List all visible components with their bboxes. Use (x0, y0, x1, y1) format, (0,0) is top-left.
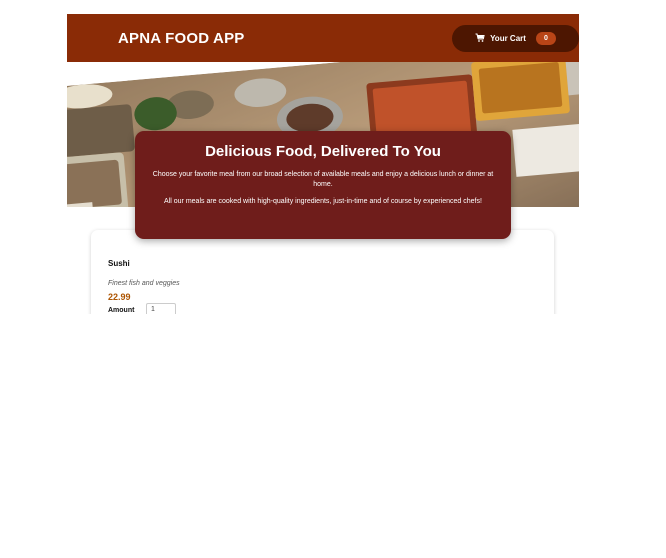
summary-title: Delicious Food, Delivered To You (205, 143, 441, 160)
amount-input[interactable] (146, 303, 176, 314)
shopping-cart-icon (475, 33, 485, 42)
summary-paragraph-2: All our meals are cooked with high-quali… (164, 198, 482, 205)
meals-summary-card: Delicious Food, Delivered To You Choose … (135, 131, 511, 239)
meal-name: Sushi (108, 259, 130, 268)
available-meals-card: Sushi Finest fish and veggies 22.99 Amou… (91, 230, 554, 314)
app-header: APNA FOOD APP Your Cart 0 (67, 14, 579, 62)
amount-label: Amount (108, 307, 135, 314)
cart-count-badge: 0 (535, 31, 556, 45)
cart-label: Your Cart (490, 33, 526, 43)
summary-paragraph-1: Choose your favorite meal from our broad… (152, 171, 494, 188)
meal-description: Finest fish and veggies (108, 280, 180, 287)
meal-price: 22.99 (108, 292, 131, 302)
app-viewport: APNA FOOD APP Your Cart 0 Delicious Food… (67, 14, 579, 314)
cart-button[interactable]: Your Cart 0 (452, 24, 579, 52)
app-title: APNA FOOD APP (118, 29, 245, 47)
